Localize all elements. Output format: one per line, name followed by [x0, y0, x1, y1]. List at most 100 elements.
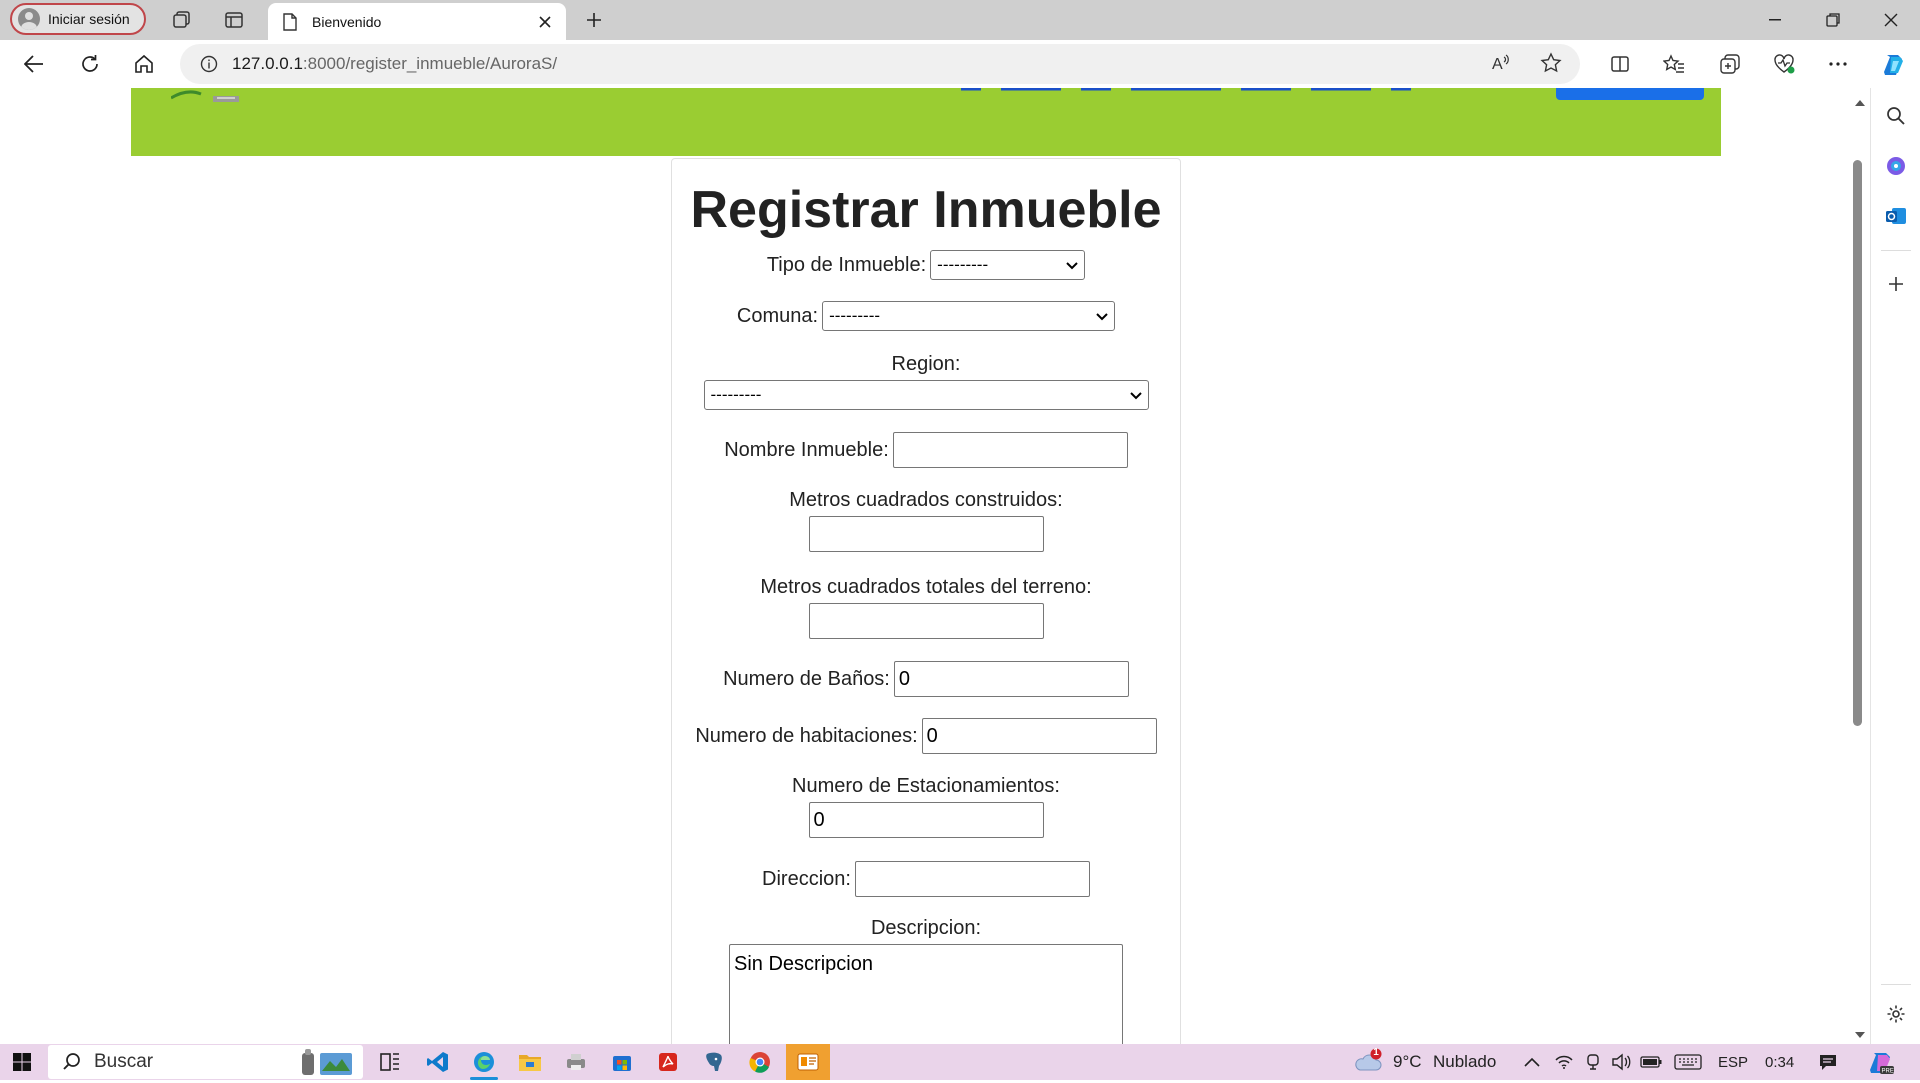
notifications-icon[interactable] — [1808, 1044, 1848, 1080]
tipo-inmueble-selected-value: --------- — [937, 255, 989, 274]
favorites-icon[interactable] — [1654, 44, 1694, 84]
outlook-icon[interactable] — [1871, 196, 1920, 236]
browser-tab-bar: Iniciar sesión Bienvenido — [0, 0, 1920, 40]
page-icon — [282, 12, 298, 31]
m2-construidos-label: Metros cuadrados construidos: — [789, 489, 1063, 511]
language-indicator[interactable]: ESP — [1718, 1044, 1748, 1080]
region-select[interactable]: --------- — [703, 380, 1149, 410]
taskbar-search[interactable]: Buscar — [48, 1045, 363, 1079]
weather-cloud-icon[interactable]: 1 — [1354, 1047, 1384, 1079]
page-viewport: Registrar Inmueble Tipo de Inmueble: ---… — [0, 88, 1850, 1044]
comuna-row: Comuna: --------- — [672, 301, 1180, 331]
banos-input[interactable] — [893, 661, 1129, 697]
scrollbar-thumb[interactable] — [1853, 160, 1862, 726]
close-tab-icon[interactable] — [534, 11, 556, 33]
new-tab-icon[interactable] — [574, 0, 614, 40]
weather-desc[interactable]: Nublado — [1433, 1044, 1496, 1080]
site-logo[interactable] — [170, 88, 241, 104]
volume-icon[interactable] — [1604, 1044, 1638, 1080]
m2-terreno-row: Metros cuadrados totales del terreno: — [672, 576, 1180, 639]
banner-action-button[interactable] — [1556, 88, 1704, 100]
banos-row: Numero de Baños: — [672, 661, 1180, 697]
read-aloud-icon[interactable]: A — [1490, 52, 1512, 79]
estacionamientos-input[interactable] — [808, 802, 1044, 838]
banos-label: Numero de Baños: — [723, 667, 890, 690]
chevron-down-icon — [1066, 255, 1078, 275]
vscode-icon[interactable] — [418, 1044, 458, 1080]
weather-temp[interactable]: 9°C — [1393, 1044, 1422, 1080]
edge-sidebar — [1870, 88, 1920, 1044]
tab-actions-icon[interactable] — [214, 0, 254, 40]
site-info-icon[interactable] — [200, 55, 218, 73]
tipo-inmueble-row: Tipo de Inmueble: --------- — [672, 250, 1180, 280]
nombre-inmueble-input[interactable] — [892, 432, 1128, 468]
touch-keyboard-icon[interactable] — [1668, 1044, 1708, 1080]
search-icon — [62, 1052, 82, 1072]
svg-text:PRE: PRE — [1882, 1069, 1894, 1075]
m2-terreno-input[interactable] — [808, 603, 1044, 639]
region-selected-value: --------- — [710, 385, 762, 404]
url-path: :8000/register_inmueble/AuroraS/ — [302, 54, 558, 73]
chrome-icon[interactable] — [740, 1044, 780, 1080]
address-bar[interactable]: 127.0.0.1:8000/register_inmueble/AuroraS… — [180, 44, 1580, 84]
habitaciones-row: Numero de habitaciones: — [672, 718, 1180, 754]
edge-icon[interactable] — [464, 1044, 504, 1080]
search-label: Buscar — [94, 1051, 154, 1072]
svg-text:A: A — [1492, 56, 1503, 73]
scroll-up-icon[interactable] — [1854, 94, 1866, 112]
refresh-icon[interactable] — [70, 44, 110, 84]
page-title: Registrar Inmueble — [690, 181, 1162, 239]
scroll-down-icon[interactable] — [1854, 1026, 1866, 1044]
split-screen-icon[interactable] — [1600, 44, 1640, 84]
descripcion-label: Descripcion: — [870, 917, 982, 939]
habitaciones-input[interactable] — [921, 718, 1157, 754]
task-view-icon[interactable] — [370, 1044, 410, 1080]
collections-icon[interactable] — [1710, 44, 1750, 84]
profile-label: Iniciar sesión — [48, 11, 130, 27]
copilot-icon[interactable] — [1874, 44, 1914, 84]
acrobat-icon[interactable] — [648, 1044, 688, 1080]
tipo-inmueble-select[interactable]: --------- — [930, 250, 1086, 280]
sidebar-settings-gear-icon[interactable] — [1871, 994, 1920, 1034]
sidebar-copilot-icon[interactable] — [1871, 146, 1920, 186]
habitaciones-label: Numero de habitaciones: — [695, 724, 918, 747]
clock[interactable]: 0:34 — [1765, 1044, 1794, 1080]
site-header-banner — [131, 88, 1721, 156]
file-explorer-icon[interactable] — [510, 1044, 550, 1080]
direccion-input[interactable] — [854, 861, 1090, 897]
restore-icon[interactable] — [1804, 0, 1862, 40]
descripcion-textarea[interactable]: Sin Descripcion — [729, 944, 1123, 1044]
browser-essentials-icon[interactable] — [1764, 44, 1804, 84]
back-arrow-icon[interactable] — [14, 44, 54, 84]
profile-avatar-icon — [18, 8, 40, 30]
copilot-preview-icon[interactable]: PRE — [1860, 1044, 1900, 1080]
tab-bienvenido[interactable]: Bienvenido — [268, 3, 566, 40]
estacionamientos-row: Numero de Estacionamientos: — [672, 775, 1180, 838]
sidebar-search-icon[interactable] — [1871, 96, 1920, 136]
battery-icon[interactable] — [1634, 1044, 1668, 1080]
m2-terreno-label: Metros cuadrados totales del terreno: — [760, 576, 1092, 598]
weather-alert-badge: 1 — [1373, 1047, 1379, 1058]
register-form-card: Registrar Inmueble Tipo de Inmueble: ---… — [671, 158, 1181, 1044]
more-options-icon[interactable] — [1818, 44, 1858, 84]
profile-button[interactable]: Iniciar sesión — [10, 3, 146, 35]
printer-app-icon[interactable] — [556, 1044, 596, 1080]
close-window-icon[interactable] — [1862, 0, 1920, 40]
microsoft-store-icon[interactable] — [602, 1044, 642, 1080]
favorite-star-icon[interactable] — [1540, 52, 1562, 79]
comuna-selected-value: --------- — [829, 306, 881, 325]
windows-start-icon[interactable] — [2, 1044, 42, 1080]
active-window-app-icon[interactable] — [786, 1044, 830, 1080]
windows-taskbar: Buscar 1 9°C Nublado ESP 0:34 PRE — [0, 1044, 1920, 1080]
direccion-label: Direccion: — [762, 867, 851, 890]
comuna-select[interactable]: --------- — [822, 301, 1116, 331]
banner-nav-links[interactable] — [961, 88, 1411, 98]
minimize-icon[interactable] — [1746, 0, 1804, 40]
m2-construidos-input[interactable] — [808, 516, 1044, 552]
home-icon[interactable] — [124, 44, 164, 84]
workspaces-icon[interactable] — [162, 0, 202, 40]
chevron-down-icon — [1129, 385, 1142, 405]
postgres-icon[interactable] — [694, 1044, 734, 1080]
comuna-label: Comuna: — [736, 304, 819, 327]
sidebar-add-icon[interactable] — [1871, 264, 1920, 304]
